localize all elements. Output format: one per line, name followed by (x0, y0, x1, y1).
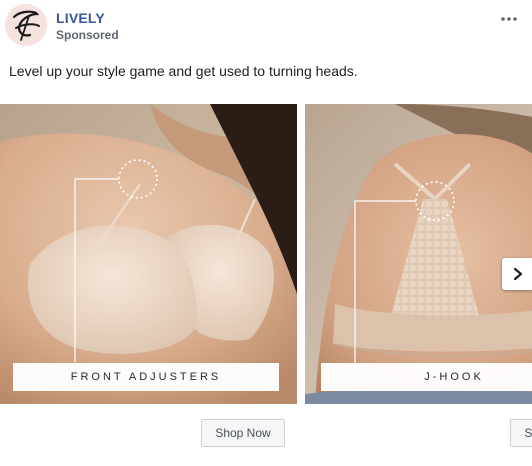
more-dots-icon[interactable] (500, 10, 518, 26)
shop-now-button[interactable]: Shop Now (510, 419, 532, 447)
carousel: FRONT ADJUSTERS Shop Now J-HOOK S (0, 104, 532, 466)
sponsored-post: LIVELY Sponsored Level up your style gam… (0, 0, 532, 466)
feature-label: J-HOOK (321, 363, 532, 391)
page-name-link[interactable]: LIVELY (56, 10, 105, 26)
chevron-right-icon (513, 267, 523, 281)
feature-label: FRONT ADJUSTERS (13, 363, 279, 391)
product-photo-j-hook[interactable] (305, 104, 532, 404)
lively-logo-icon[interactable] (5, 4, 47, 46)
shop-now-button[interactable]: Shop Now (201, 419, 285, 447)
carousel-card[interactable]: FRONT ADJUSTERS Shop Now (0, 104, 297, 466)
carousel-card[interactable]: J-HOOK Shop Now (305, 104, 532, 466)
carousel-next-button[interactable] (502, 258, 532, 290)
post-caption: Level up your style game and get used to… (9, 63, 358, 79)
sponsored-label[interactable]: Sponsored (56, 28, 119, 42)
product-photo-front-adjusters[interactable] (0, 104, 297, 404)
